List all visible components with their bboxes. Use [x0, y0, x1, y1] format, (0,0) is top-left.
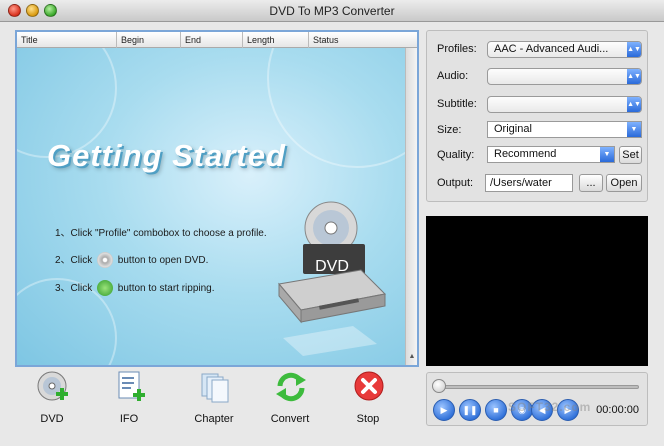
column-header-begin[interactable]: Begin [117, 32, 181, 48]
play-button[interactable]: ▶ [433, 399, 455, 421]
title-bar: DVD To MP3 Converter [0, 0, 664, 22]
column-header-length[interactable]: Length [243, 32, 309, 48]
window-title: DVD To MP3 Converter [269, 4, 395, 18]
convert-icon [97, 280, 114, 297]
stop-button-label: Stop [356, 413, 380, 425]
subtitle-combobox[interactable]: ▲▼ [487, 96, 642, 113]
seek-track[interactable] [439, 385, 639, 389]
ifo-file-icon [118, 371, 145, 401]
pause-button[interactable]: ❚❚ [459, 399, 481, 421]
quality-value: Recommend [494, 148, 557, 160]
step-3-prefix: 3、Click [55, 283, 93, 294]
settings-panel: Profiles: AAC - Advanced Audi... ▲▼ Audi… [426, 30, 648, 202]
convert-button[interactable]: Convert [259, 370, 321, 430]
profiles-label: Profiles: [437, 43, 477, 55]
stop-x-icon [354, 371, 384, 401]
title-list[interactable]: Title Begin End Length Status Getting St… [15, 30, 419, 367]
audio-label: Audio: [437, 70, 469, 82]
set-button[interactable]: Set [619, 146, 642, 164]
scroll-up-arrow-icon[interactable]: ▲ [407, 352, 417, 362]
getting-started-panel: Getting Started 1、Click "Profile" combob… [17, 48, 405, 365]
convert-arrows-icon [276, 372, 306, 402]
stop-playback-button[interactable]: ■ [485, 399, 507, 421]
open-folder-button[interactable]: Open [606, 174, 642, 192]
step-2: 2、Click button to open DVD. [55, 251, 209, 269]
step-2-prefix: 2、Click [55, 255, 93, 266]
player-controls: ▶ ❚❚ ■ ◉ ◀ ▶ 00:00:00 [426, 372, 648, 426]
dvd-drive-illustration [278, 201, 387, 356]
output-path-field[interactable]: /Users/water [485, 174, 573, 192]
browse-button[interactable]: ... [579, 174, 603, 192]
chapter-button[interactable]: Chapter [183, 370, 245, 430]
stop-icon: ■ [493, 405, 499, 415]
profiles-value: AAC - Advanced Audi... [494, 43, 609, 55]
step-2-suffix: button to open DVD. [117, 255, 209, 266]
decorative-swirl [267, 48, 405, 168]
dvd-disc-icon [37, 371, 68, 401]
play-icon: ▶ [440, 405, 448, 415]
size-value: Original [494, 123, 532, 135]
step-1-text: 1、Click "Profile" combobox to choose a p… [55, 228, 267, 239]
column-header-status[interactable]: Status [309, 32, 417, 48]
chapter-pages-icon [201, 373, 229, 403]
output-label: Output: [437, 177, 474, 189]
dvd-illustration-label: DVD [315, 258, 349, 275]
video-preview [426, 216, 648, 366]
up-down-arrows-icon[interactable]: ▲▼ [627, 42, 641, 57]
ifo-button[interactable]: IFO [98, 370, 160, 430]
size-combobox[interactable]: Original ▼ [487, 121, 642, 138]
dvd-button-label: DVD [40, 413, 64, 425]
step-3: 3、Click button to start ripping. [55, 279, 215, 297]
profiles-combobox[interactable]: AAC - Advanced Audi... ▲▼ [487, 41, 642, 58]
chapter-button-label: Chapter [194, 413, 234, 425]
convert-button-label: Convert [270, 413, 310, 425]
audio-combobox[interactable]: ▲▼ [487, 68, 642, 85]
seek-knob[interactable] [432, 379, 446, 393]
column-header-end[interactable]: End [181, 32, 243, 48]
chevron-down-icon[interactable]: ▼ [600, 147, 614, 162]
dvd-disc-icon [97, 252, 114, 269]
list-vertical-scrollbar[interactable]: ▲ [405, 48, 417, 365]
column-header-title[interactable]: Title [17, 32, 117, 48]
getting-started-title: Getting Started [47, 138, 286, 173]
watermark-text: SOFT32.com [508, 400, 592, 414]
subtitle-label: Subtitle: [437, 98, 477, 110]
quality-combobox[interactable]: Recommend ▼ [487, 146, 615, 163]
pause-icon: ❚❚ [462, 405, 478, 415]
step-3-suffix: button to start ripping. [117, 283, 215, 294]
list-header: Title Begin End Length Status [17, 32, 417, 48]
stop-button[interactable]: Stop [337, 370, 399, 430]
playback-time: 00:00:00 [596, 404, 639, 416]
size-label: Size: [437, 124, 462, 136]
chevron-down-icon[interactable]: ▼ [627, 122, 641, 137]
up-down-arrows-icon[interactable]: ▲▼ [627, 69, 641, 84]
up-down-arrows-icon[interactable]: ▲▼ [627, 97, 641, 112]
quality-label: Quality: [437, 149, 475, 161]
ifo-button-label: IFO [119, 413, 139, 425]
dvd-button[interactable]: DVD [21, 370, 83, 430]
